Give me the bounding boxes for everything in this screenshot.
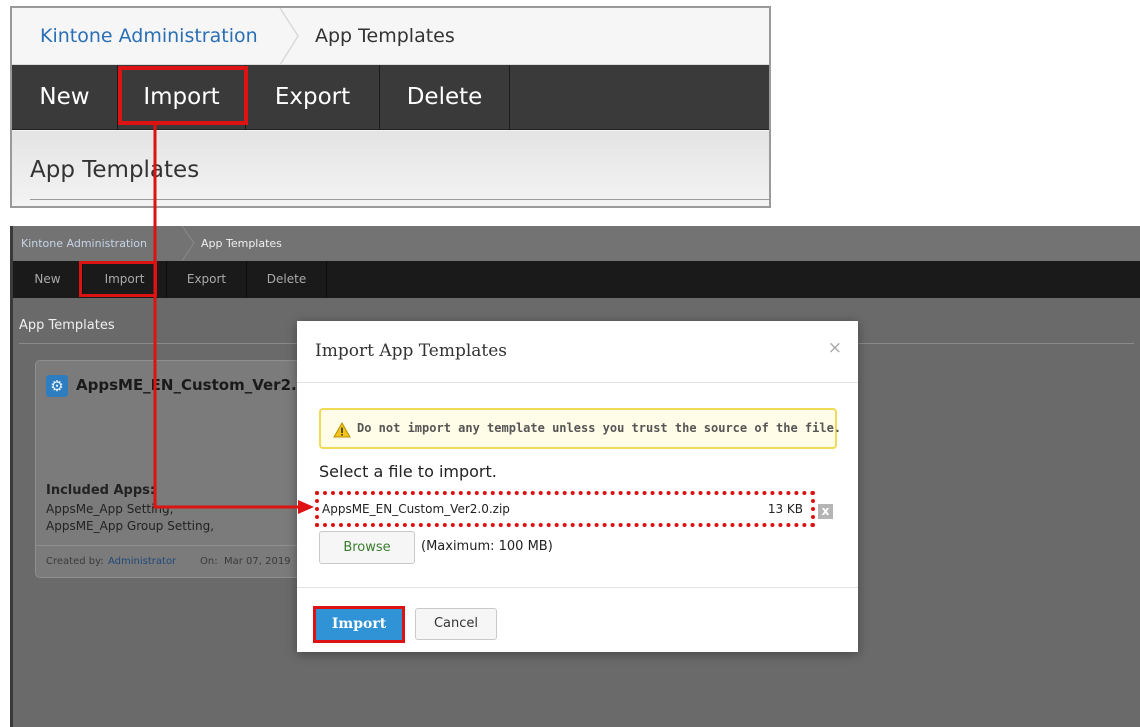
remove-file-icon[interactable]: x xyxy=(818,504,833,519)
breadcrumb-separator-icon xyxy=(181,226,195,261)
dialog-title: Import App Templates xyxy=(315,341,508,361)
import-dialog: Import App Templates × Do not import any… xyxy=(297,321,858,652)
file-name: AppsME_EN_Custom_Ver2.0.zip xyxy=(322,502,510,516)
page-body: App Templates xyxy=(12,131,769,206)
export-button[interactable]: Export xyxy=(167,261,247,298)
gear-icon: ⚙ xyxy=(46,375,68,397)
divider xyxy=(30,199,769,200)
select-file-label: Select a file to import. xyxy=(319,462,497,481)
breadcrumb: Kintone Administration App Templates xyxy=(12,8,769,65)
created-on-label: On: xyxy=(200,556,218,567)
warning-icon xyxy=(333,422,351,438)
dialog-header: Import App Templates × xyxy=(297,321,858,383)
card-footer: Created by: Administrator On: Mar 07, 20… xyxy=(36,545,314,577)
max-size-note: (Maximum: 100 MB) xyxy=(421,539,553,554)
page-title: App Templates xyxy=(19,318,115,333)
new-button[interactable]: New xyxy=(12,65,118,130)
toolbar: New Import Export Delete xyxy=(13,261,1140,298)
new-button[interactable]: New xyxy=(13,261,83,298)
included-apps-label: Included Apps: xyxy=(46,483,156,498)
breadcrumb: Kintone Administration App Templates xyxy=(13,226,1140,261)
breadcrumb-current: App Templates xyxy=(315,25,455,47)
warning-text: Do not import any template unless you tr… xyxy=(357,421,842,435)
dialog-footer: Import Cancel xyxy=(297,587,858,652)
selected-file-row: AppsME_EN_Custom_Ver2.0.zip 13 KB xyxy=(315,491,815,527)
import-highlight-box xyxy=(79,261,157,297)
file-size: 13 KB xyxy=(767,502,803,516)
breadcrumb-separator-icon xyxy=(279,8,299,65)
created-on-date: Mar 07, 2019 xyxy=(224,556,291,567)
breadcrumb-root-link[interactable]: Kintone Administration xyxy=(21,226,147,261)
close-icon[interactable]: × xyxy=(828,338,842,358)
import-highlight-box xyxy=(118,66,248,125)
included-app-item: AppsME_App Group Setting, xyxy=(46,519,215,533)
template-card[interactable]: ⚙ AppsME_EN_Custom_Ver2. Included Apps: … xyxy=(35,360,315,578)
template-name[interactable]: AppsME_EN_Custom_Ver2. xyxy=(76,376,297,394)
page-title: App Templates xyxy=(30,157,200,183)
browse-button[interactable]: Browse xyxy=(319,531,415,564)
breadcrumb-root-link[interactable]: Kintone Administration xyxy=(40,8,258,65)
created-by-label: Created by: xyxy=(46,556,104,567)
warning-banner: Do not import any template unless you tr… xyxy=(319,408,841,449)
cancel-button[interactable]: Cancel xyxy=(415,608,497,640)
delete-button[interactable]: Delete xyxy=(380,65,510,130)
export-button[interactable]: Export xyxy=(246,65,380,130)
created-by-link[interactable]: Administrator xyxy=(108,556,176,567)
included-app-item: AppsMe_App Setting, xyxy=(46,502,174,516)
import-submit-button[interactable]: Import xyxy=(313,606,405,643)
delete-button[interactable]: Delete xyxy=(247,261,327,298)
tutorial-canvas: Kintone Administration App Templates New… xyxy=(0,0,1140,727)
breadcrumb-current: App Templates xyxy=(201,237,282,250)
